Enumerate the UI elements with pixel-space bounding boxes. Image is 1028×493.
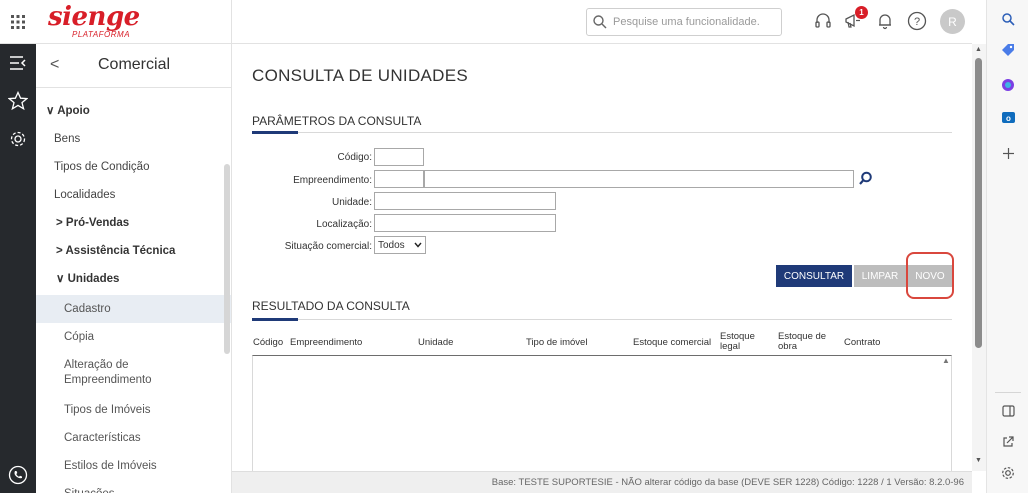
limpar-button[interactable]: LIMPAR [854,265,906,287]
scroll-down-icon[interactable]: ▼ [975,457,982,464]
sidebar-item-apoio[interactable]: ∨ Apoio [36,97,231,125]
sidebar-item-alteracao-empreendimento[interactable]: Alteração de Empreendimento [36,352,186,392]
result-section-title: RESULTADO DA CONSULTA [252,299,410,313]
sidebar-item-unidades[interactable]: ∨ Unidades [36,265,231,293]
logo-subtitle: PLATAFORMA [72,30,131,39]
sidebar-item-label: Apoio [57,105,90,117]
logo-text: sienge [48,2,140,32]
sidebar-item-pro-vendas[interactable]: > Pró-Vendas [36,209,231,237]
consultar-button[interactable]: CONSULTAR [776,265,852,287]
status-text: Base: TESTE SUPORTESIE - NÃO alterar cód… [491,477,964,488]
scrollbar-thumb[interactable] [975,58,982,348]
outlook-icon[interactable]: o [997,106,1019,128]
chevron-down-icon: ∨ [46,105,55,117]
search-placeholder: Pesquise uma funcionalidade. [613,16,760,28]
empreendimento-name-field[interactable] [424,170,854,188]
svg-text:o: o [1006,114,1011,123]
external-link-icon[interactable] [997,431,1019,453]
localizacao-label: Localização: [316,219,372,230]
help-icon[interactable]: ? [906,10,928,32]
phone-icon[interactable] [7,464,29,486]
column-header-tipo-imovel[interactable]: Tipo de imóvel [526,337,587,348]
chevron-down-icon: ∨ [56,273,65,285]
main-content: CONSULTA DE UNIDADES PARÂMETROS DA CONSU… [232,44,972,471]
column-header-estoque-obra[interactable]: Estoque de obra [778,332,832,352]
megaphone-icon[interactable]: 1 [842,6,868,32]
page-scrollbar[interactable]: ▲ ▼ [972,44,986,471]
column-header-empreendimento[interactable]: Empreendimento [290,337,362,348]
left-rail [0,44,36,493]
chevron-right-icon: > [56,217,63,229]
back-button[interactable]: < [50,56,59,74]
avatar[interactable]: R [940,9,965,34]
sidebar-toggle-icon[interactable] [997,400,1019,422]
sidebar-item-label: Pró-Vendas [65,217,130,229]
sidebar-item-estilos-imoveis[interactable]: Estilos de Imóveis [36,452,231,480]
sidebar-scrollbar[interactable] [224,164,230,354]
situacao-select[interactable]: Todos [374,236,426,254]
sidebar-item-label: Unidades [67,273,120,285]
page-title: CONSULTA DE UNIDADES [252,66,469,85]
column-header-unidade[interactable]: Unidade [418,337,453,348]
sidebar-item-tipos-imoveis[interactable]: Tipos de Imóveis [36,396,231,424]
search-input[interactable]: Pesquise uma funcionalidade. [586,8,782,36]
situacao-selected: Todos [378,239,405,251]
column-header-estoque-legal[interactable]: Estoque legal [720,332,764,352]
sidebar-header: < Comercial [36,44,231,88]
divider [252,319,952,320]
divider [252,132,952,133]
sidebar: < Comercial ∨ Apoio Bens Tipos de Condiç… [36,44,232,493]
add-icon[interactable] [997,142,1019,164]
sidebar-item-tipos-condicao[interactable]: Tipos de Condição [36,153,231,181]
empreendimento-label: Empreendimento: [293,175,372,186]
section-accent [252,131,298,134]
section-accent [252,318,298,321]
search-empreendimento-icon[interactable] [858,171,873,191]
sidebar-item-label: Assistência Técnica [65,245,176,257]
novo-highlight-annotation [906,252,954,299]
column-header-contrato[interactable]: Contrato [844,337,880,348]
codigo-label: Código: [337,152,372,163]
params-section-title: PARÂMETROS DA CONSULTA [252,114,422,128]
sidebar-item-copia[interactable]: Cópia [36,323,231,351]
menu-collapse-icon[interactable] [7,52,29,74]
headset-icon[interactable] [812,10,834,32]
chevron-down-icon [414,242,422,248]
column-header-codigo[interactable]: Código [253,337,283,348]
bell-icon[interactable] [874,10,896,32]
tag-icon[interactable] [997,39,1019,61]
sidebar-item-bens[interactable]: Bens [36,125,231,153]
unidade-label: Unidade: [331,197,372,208]
localizacao-field[interactable] [374,214,556,232]
empreendimento-code-field[interactable] [374,170,424,188]
copilot-icon[interactable] [997,74,1019,96]
notification-badge: 1 [855,6,868,19]
column-header-estoque-comercial[interactable]: Estoque comercial [633,337,711,348]
results-scroll-up-icon[interactable]: ▲ [942,356,950,365]
gear-icon[interactable] [7,128,29,150]
svg-text:?: ? [914,16,920,28]
status-bar: Base: TESTE SUPORTESIE - NÃO alterar cód… [232,471,972,493]
sidebar-item-localidades[interactable]: Localidades [36,181,231,209]
browser-side-panel: o [986,0,1028,493]
chevron-right-icon: > [56,245,63,257]
sidebar-title: Comercial [98,56,171,73]
settings-icon[interactable] [997,462,1019,484]
unidade-field[interactable] [374,192,556,210]
divider [995,392,1021,393]
results-table [252,355,952,471]
scroll-up-icon[interactable]: ▲ [975,46,982,53]
search-icon [593,15,607,29]
sidebar-item-caracteristicas[interactable]: Características [36,424,231,452]
top-bar: sienge PLATAFORMA Pesquise uma funcional… [0,0,972,44]
sidebar-item-cadastro[interactable]: Cadastro [36,295,231,323]
sidebar-item-assistencia-tecnica[interactable]: > Assistência Técnica [36,237,231,265]
situacao-label: Situação comercial: [284,241,372,252]
star-icon[interactable] [7,90,29,112]
sidebar-item-situacoes[interactable]: Situações [36,480,231,493]
codigo-field[interactable] [374,148,424,166]
logo[interactable]: sienge PLATAFORMA [36,0,232,44]
search-icon[interactable] [997,8,1019,30]
apps-grid-icon[interactable] [0,0,36,44]
